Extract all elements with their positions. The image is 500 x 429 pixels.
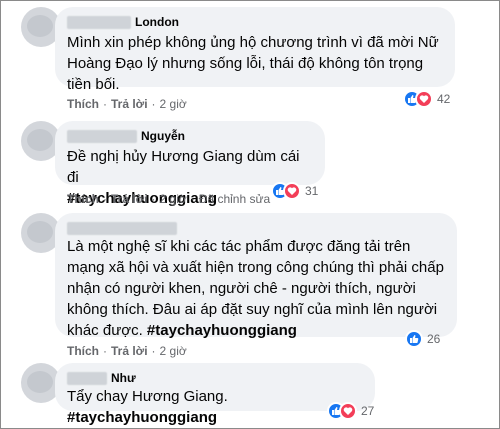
comment-author[interactable]: Như xyxy=(111,371,136,385)
reaction-count: 42 xyxy=(437,92,451,106)
heart-icon xyxy=(339,402,357,420)
comment-bubble: London Mình xin phép không ủng hộ chương… xyxy=(55,7,455,93)
comment-time[interactable]: 2 giờ xyxy=(160,192,187,206)
like-button[interactable]: Thích xyxy=(67,192,99,206)
reaction-count: 26 xyxy=(427,332,441,346)
redacted-name xyxy=(67,15,131,29)
redacted-name xyxy=(67,221,177,235)
comment-text: Mình xin phép không ủng hộ chương trình … xyxy=(67,34,439,93)
reply-button[interactable]: Trả lời xyxy=(111,344,148,358)
like-button[interactable]: Thích xyxy=(67,344,99,358)
redacted-name xyxy=(67,129,137,143)
comment-time[interactable]: 2 giờ xyxy=(160,344,187,358)
comment-author[interactable]: Nguyễn xyxy=(141,129,185,143)
reply-button[interactable]: Trả lời xyxy=(111,97,148,111)
like-button[interactable]: Thích xyxy=(67,97,99,111)
like-icon xyxy=(405,330,423,348)
comment-actions: Thích · Trả lời · 2 giờ · Đã chỉnh sửa xyxy=(67,192,271,206)
reply-button[interactable]: Trả lời xyxy=(111,192,148,206)
comment-bubble: Là một nghệ sĩ khi các tác phẩm được đăn… xyxy=(55,213,457,339)
hashtag-link[interactable]: #taychayhuonggiang xyxy=(147,322,297,339)
comment-actions: Thích · Trả lời · 2 giờ xyxy=(67,97,187,111)
reaction-count: 27 xyxy=(361,404,375,418)
comment-bubble: Nguyễn Đề nghị hủy Hương Giang dùm cái đ… xyxy=(55,121,325,207)
comments-panel: London Mình xin phép không ủng hộ chương… xyxy=(0,0,500,429)
reaction-summary[interactable]: 27 xyxy=(327,401,374,421)
reaction-summary[interactable]: 42 xyxy=(403,89,450,109)
hashtag-link[interactable]: #taychayhuonggiang xyxy=(67,409,217,426)
reaction-count: 31 xyxy=(305,184,319,198)
reaction-summary[interactable]: 26 xyxy=(405,329,440,349)
redacted-name xyxy=(67,371,107,385)
comment-text: Tẩy chay Hương Giang. xyxy=(67,388,228,405)
comment-actions: Thích · Trả lời · 2 giờ xyxy=(67,344,187,358)
edited-label[interactable]: Đã chỉnh sửa xyxy=(199,192,270,206)
heart-icon xyxy=(415,90,433,108)
heart-icon xyxy=(283,182,301,200)
comment-time[interactable]: 2 giờ xyxy=(160,97,187,111)
comment-author[interactable]: London xyxy=(135,15,179,29)
reaction-summary[interactable]: 31 xyxy=(271,181,318,201)
